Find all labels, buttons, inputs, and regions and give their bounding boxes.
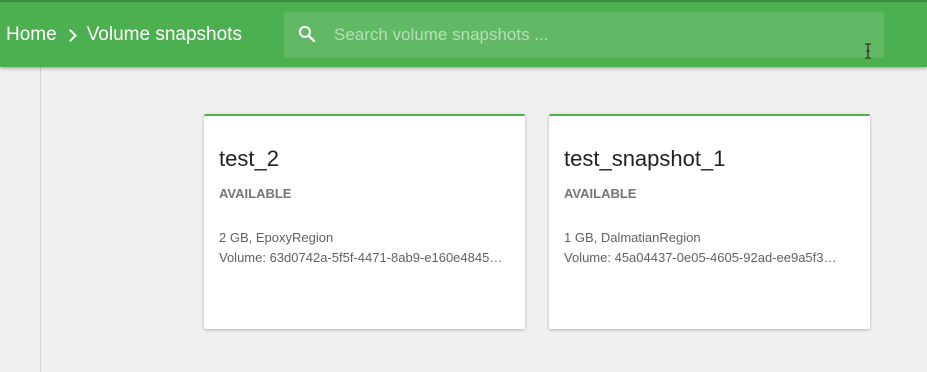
snapshot-details: 1 GB, DalmatianRegion Volume: 45a04437-0…: [564, 228, 855, 268]
top-app-bar: Home Volume snapshots: [0, 0, 927, 67]
breadcrumb: Home Volume snapshots: [6, 22, 242, 48]
snapshot-card[interactable]: test_snapshot_1 AVAILABLE 1 GB, Dalmatia…: [549, 114, 870, 329]
snapshot-details: 2 GB, EpoxyRegion Volume: 63d0742a-5f5f-…: [219, 228, 510, 268]
snapshot-name: test_2: [219, 146, 279, 171]
snapshot-size-region: 1 GB, DalmatianRegion: [564, 230, 701, 245]
search-icon: [298, 25, 316, 43]
search-input[interactable]: [334, 12, 874, 58]
snapshot-status: AVAILABLE: [219, 186, 292, 201]
text-cursor-icon: [865, 43, 871, 59]
breadcrumb-home-link[interactable]: Home: [6, 22, 57, 48]
snapshot-card[interactable]: test_2 AVAILABLE 2 GB, EpoxyRegion Volum…: [204, 114, 525, 329]
snapshot-volume-id: Volume: 63d0742a-5f5f-4471-8ab9-e160e484…: [219, 250, 503, 265]
snapshot-size-region: 2 GB, EpoxyRegion: [219, 230, 334, 245]
search-box[interactable]: [284, 12, 884, 59]
side-rail: [0, 67, 41, 372]
snapshot-status: AVAILABLE: [564, 186, 637, 201]
snapshot-volume-id: Volume: 45a04437-0e05-4605-92ad-ee9a5f3…: [564, 250, 837, 265]
snapshot-name: test_snapshot_1: [564, 146, 726, 171]
breadcrumb-current-page: Volume snapshots: [86, 24, 242, 45]
chevron-right-icon: [63, 28, 77, 42]
